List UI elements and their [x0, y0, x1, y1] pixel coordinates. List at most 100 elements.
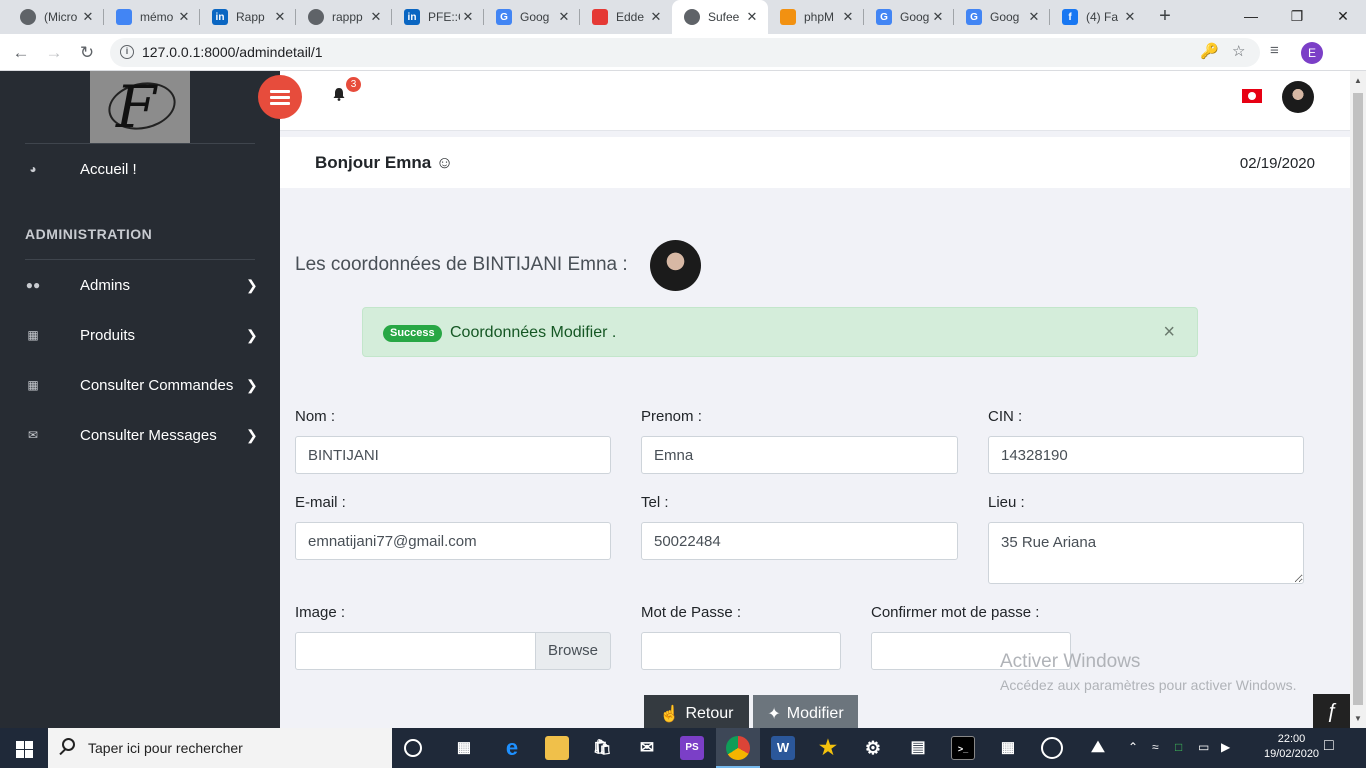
photos-icon[interactable]: ⛰ — [1086, 736, 1110, 760]
email-input[interactable] — [295, 522, 611, 560]
close-tab-icon[interactable]: ✕ — [176, 9, 192, 25]
close-window-button[interactable]: ✕ — [1320, 0, 1366, 34]
close-tab-icon[interactable]: ✕ — [368, 9, 384, 25]
tel-input[interactable] — [641, 522, 958, 560]
network-icon[interactable]: ≈ — [1152, 740, 1159, 754]
media-queue-icon[interactable]: ≡ — [1270, 42, 1279, 59]
key-icon[interactable]: 🔑 — [1200, 42, 1219, 60]
scroll-down-arrow[interactable]: ▼ — [1350, 711, 1366, 727]
close-tab-icon[interactable]: ✕ — [460, 9, 476, 25]
facebook-icon: f — [1062, 9, 1078, 25]
sidebar-item-accueil[interactable]: ◕ Accueil ! — [0, 149, 280, 189]
browser-tab[interactable]: G Goog ✕ — [954, 0, 1050, 34]
sidebar-item-produits[interactable]: ▦ Produits ❯ — [0, 315, 280, 355]
cin-input[interactable] — [988, 436, 1304, 474]
address-bar[interactable]: i 127.0.0.1:8000/admindetail/1 — [110, 38, 1260, 67]
calculator-icon[interactable]: ▦ — [996, 736, 1020, 760]
star-app-icon[interactable]: ★ — [816, 736, 840, 760]
profile-photo — [650, 240, 701, 291]
close-tab-icon[interactable]: ✕ — [1026, 9, 1042, 25]
close-tab-icon[interactable]: ✕ — [272, 9, 288, 25]
browser-tab[interactable]: (Micro ✕ — [8, 0, 104, 34]
system-clock[interactable]: 22:00 19/02/2020 — [1264, 732, 1319, 762]
back-button[interactable]: ← — [8, 40, 34, 66]
nom-input[interactable] — [295, 436, 611, 474]
info-icon[interactable]: i — [120, 45, 134, 59]
cortana-icon[interactable] — [404, 739, 422, 757]
phpstorm-icon[interactable]: PS — [680, 736, 704, 760]
browser-tab[interactable]: f (4) Fa ✕ — [1050, 0, 1146, 34]
chrome-icon[interactable] — [726, 736, 750, 760]
close-tab-icon[interactable]: ✕ — [1122, 9, 1138, 25]
terminal-icon[interactable]: >_ — [951, 736, 975, 760]
lieu-textarea[interactable]: 35 Rue Ariana — [988, 522, 1304, 584]
profile-avatar[interactable]: E — [1301, 42, 1323, 64]
password-input[interactable] — [641, 632, 841, 670]
browser-tab[interactable]: in Rapp ✕ — [200, 0, 296, 34]
minimize-button[interactable]: — — [1228, 0, 1274, 34]
image-label: Image : — [295, 604, 346, 621]
browser-tab[interactable]: Edde ✕ — [580, 0, 672, 34]
back-button[interactable]: ☝ Retour — [644, 695, 749, 728]
url-text[interactable]: 127.0.0.1:8000/admindetail/1 — [142, 44, 323, 60]
close-tab-icon[interactable]: ✕ — [744, 9, 760, 25]
sidebar-item-admins[interactable]: ●● Admins ❯ — [0, 265, 280, 305]
symfony-toolbar-icon[interactable]: ƒ — [1313, 694, 1350, 728]
edge-icon[interactable]: e — [500, 736, 524, 760]
taskbar-search[interactable]: Taper ici pour rechercher — [48, 728, 392, 768]
start-button[interactable] — [0, 728, 48, 768]
scrollbar-thumb[interactable] — [1353, 93, 1363, 705]
notifications-icon[interactable]: □ — [1324, 737, 1334, 755]
user-avatar[interactable] — [1282, 81, 1314, 113]
mail-icon[interactable]: ✉ — [635, 736, 659, 760]
word-icon[interactable]: W — [771, 736, 795, 760]
star-icon[interactable]: ☆ — [1232, 42, 1245, 60]
close-tab-icon[interactable]: ✕ — [556, 9, 572, 25]
close-tab-icon[interactable]: ✕ — [840, 9, 856, 25]
prenom-input[interactable] — [641, 436, 958, 474]
save-button[interactable]: ✦ Modifier — [753, 695, 858, 728]
settings-gear-icon[interactable]: ⚙ — [861, 736, 885, 760]
brand-logo[interactable]: F — [90, 71, 190, 143]
chevron-right-icon: ❯ — [246, 276, 258, 293]
browser-tab-strip: (Micro ✕ mémo ✕ in Rapp ✕ rappp ✕ in PFE… — [0, 0, 1366, 34]
hamburger-icon — [270, 102, 290, 105]
tab-title: Goog — [900, 10, 930, 24]
tunisia-flag-icon[interactable] — [1242, 89, 1262, 103]
media-player-icon[interactable] — [1041, 737, 1063, 759]
browser-tab[interactable]: G Goog ✕ — [864, 0, 954, 34]
task-view-icon[interactable]: ▦ — [452, 736, 476, 760]
sidebar-item-messages[interactable]: ✉ Consulter Messages ❯ — [0, 415, 280, 455]
browser-tab[interactable]: phpM ✕ — [768, 0, 864, 34]
close-icon[interactable]: × — [1163, 321, 1175, 344]
sidebar-item-commandes[interactable]: ▦ Consulter Commandes ❯ — [0, 365, 280, 405]
windows-logo-icon — [25, 750, 33, 758]
battery-icon[interactable]: □ — [1175, 740, 1182, 754]
reload-button[interactable]: ↻ — [74, 40, 100, 66]
volume-icon[interactable]: ▶ — [1221, 740, 1230, 754]
browser-tab[interactable]: in PFE::C ✕ — [392, 0, 484, 34]
bell-icon[interactable] — [332, 87, 346, 101]
store-icon[interactable]: 🛍 — [590, 736, 614, 760]
file-explorer-icon[interactable] — [545, 736, 569, 760]
sidebar-item-label: Produits — [80, 326, 136, 344]
scroll-up-arrow[interactable]: ▲ — [1350, 73, 1366, 89]
browse-button[interactable]: Browse — [535, 632, 611, 670]
new-tab-button[interactable]: + — [1154, 5, 1176, 27]
sidebar: F ◕ Accueil ! ADMINISTRATION ●● Admins ❯… — [0, 71, 280, 728]
forward-button[interactable]: → — [41, 40, 67, 66]
close-tab-icon[interactable]: ✕ — [648, 9, 664, 25]
browser-tab[interactable]: G Goog ✕ — [484, 0, 580, 34]
menu-toggle-button[interactable] — [258, 75, 302, 119]
maximize-button[interactable]: ❐ — [1274, 0, 1320, 34]
power-icon[interactable]: ▭ — [1198, 740, 1209, 754]
cin-label: CIN : — [988, 408, 1023, 425]
film-icon[interactable]: ▤ — [906, 736, 930, 760]
browser-tab[interactable]: rappp ✕ — [296, 0, 392, 34]
close-tab-icon[interactable]: ✕ — [930, 9, 946, 25]
browser-tab[interactable]: mémo ✕ — [104, 0, 200, 34]
image-file-input[interactable] — [295, 632, 536, 670]
browser-tab-active[interactable]: Sufee ✕ — [672, 0, 768, 34]
close-tab-icon[interactable]: ✕ — [80, 9, 96, 25]
chevron-up-icon[interactable]: ⌃ — [1128, 740, 1138, 754]
